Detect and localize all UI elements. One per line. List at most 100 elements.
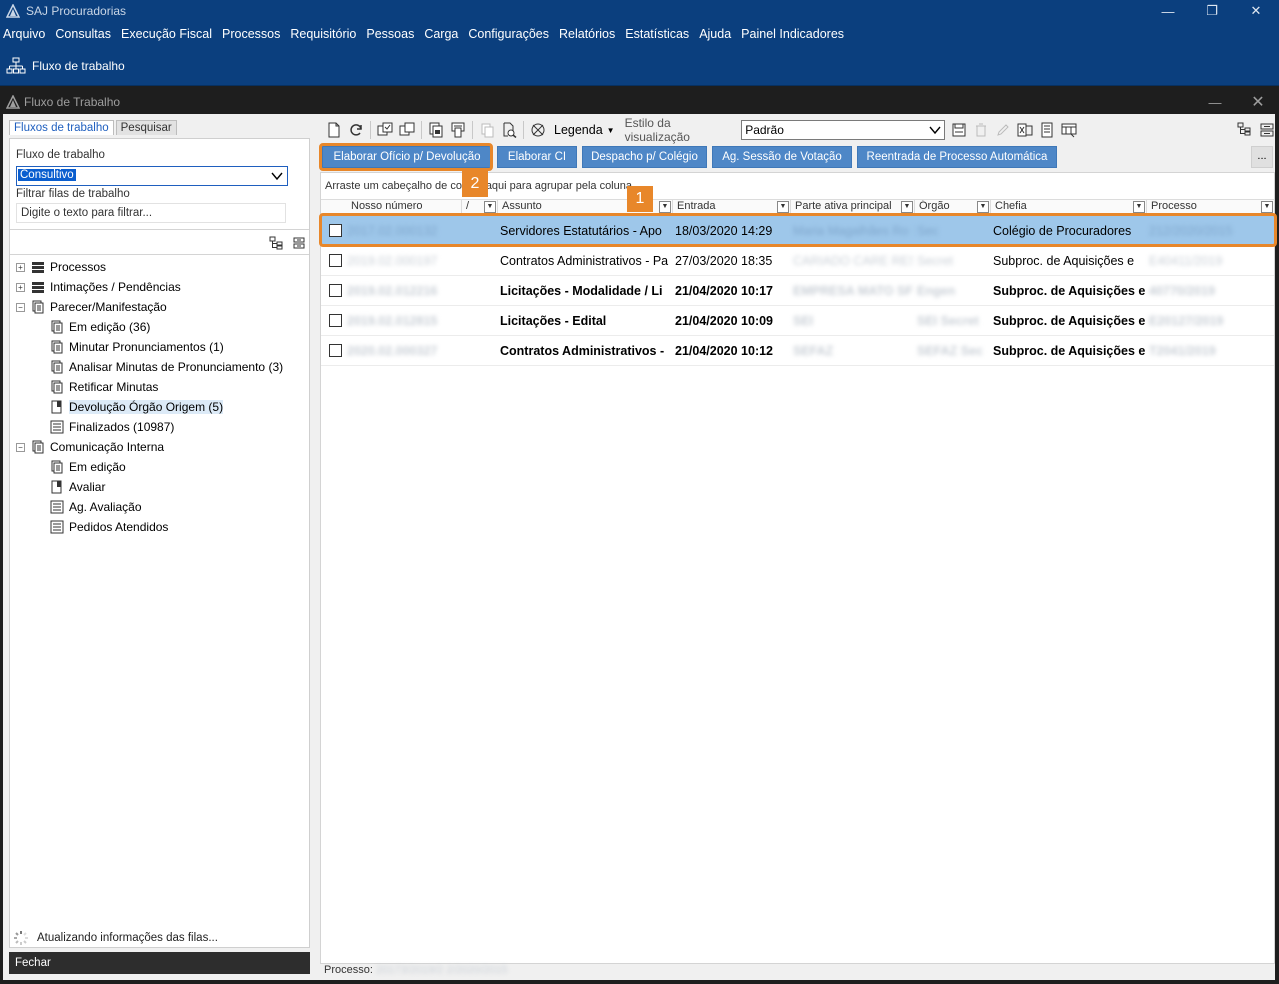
cell-chefia: Subproc. de Aquisições e xyxy=(993,284,1146,298)
tree-item[interactable]: Devolução Órgão Origem (5) xyxy=(50,397,224,417)
table-row[interactable]: 2019.02.000197 Contratos Administrativos … xyxy=(321,246,1274,276)
tree-item[interactable]: Avaliar xyxy=(50,477,105,497)
reentrada-processo-button[interactable]: Reentrada de Processo Automática xyxy=(857,146,1057,168)
tree-tools xyxy=(10,229,309,255)
expand-all-icon[interactable] xyxy=(269,236,283,250)
table-row[interactable]: 2020.02.000327 Contratos Administrativos … xyxy=(321,336,1274,366)
tree-item[interactable]: Minutar Pronunciamentos (1) xyxy=(50,337,224,357)
minimize-icon[interactable]: — xyxy=(1148,0,1188,22)
tree-item[interactable]: Em edição (36) xyxy=(50,317,150,337)
row-checkbox[interactable] xyxy=(329,314,342,327)
tree-item[interactable]: Em edição xyxy=(50,457,126,477)
document-copy-icon xyxy=(51,380,63,394)
new-document-icon[interactable] xyxy=(326,122,342,138)
filter-dropdown-icon[interactable]: ▼ xyxy=(777,201,789,213)
menu-item-painel-indicadores[interactable]: Painel Indicadores xyxy=(741,27,844,41)
tab-fluxos-de-trabalho[interactable]: Fluxos de trabalho xyxy=(9,120,114,135)
report-icon[interactable] xyxy=(1039,122,1055,138)
elaborar-ci-button[interactable]: Elaborar CI xyxy=(497,146,577,168)
expand-toggle-icon[interactable]: − xyxy=(16,302,25,312)
close-icon[interactable]: ✕ xyxy=(1236,0,1276,22)
despacho-colegio-button[interactable]: Despacho p/ Colégio xyxy=(582,146,707,168)
workflow-icon[interactable] xyxy=(6,57,26,75)
print-icon[interactable] xyxy=(450,122,466,138)
export-icon[interactable] xyxy=(1017,122,1033,138)
tree-item[interactable]: Analisar Minutas de Pronunciamento (3) xyxy=(50,357,283,377)
archive-icon xyxy=(50,500,64,514)
style-select[interactable]: Padrão xyxy=(741,120,945,140)
copy-document-icon[interactable] xyxy=(428,122,444,138)
table-row[interactable]: 2019.02.012815 Licitações - Edital 21/04/2… xyxy=(321,306,1274,336)
select-all-icon[interactable] xyxy=(377,122,393,138)
ribbon: Fluxo de trabalho xyxy=(0,46,1279,86)
expand-toggle-icon[interactable]: − xyxy=(16,442,25,452)
legend-icon[interactable] xyxy=(530,122,546,138)
tree-item[interactable]: + Intimações / Pendências xyxy=(16,277,181,297)
menu-item-execucao-fiscal[interactable]: Execução Fiscal xyxy=(121,27,212,41)
ag-sessao-votacao-button[interactable]: Ag. Sessão de Votação xyxy=(712,146,852,168)
tree-item[interactable]: Pedidos Atendidos xyxy=(50,517,168,537)
menu-item-estatisticas[interactable]: Estatísticas xyxy=(625,27,689,41)
flow-select[interactable]: Consultivo xyxy=(16,166,288,186)
row-checkbox[interactable] xyxy=(329,284,342,297)
cell-processo: T2041/2019 xyxy=(1149,344,1216,358)
menu-item-requisitorio[interactable]: Requisitório xyxy=(290,27,356,41)
filter-label: Filtrar filas de trabalho xyxy=(16,188,130,200)
status-bar: Processo: 20173/2019/2 2/2020/2015 xyxy=(324,964,508,978)
menu-item-carga[interactable]: Carga xyxy=(424,27,458,41)
filter-dropdown-icon[interactable]: ▼ xyxy=(1133,201,1145,213)
expand-all-icon[interactable] xyxy=(1237,122,1253,138)
document-return-icon xyxy=(51,480,62,494)
refresh-icon[interactable] xyxy=(348,122,364,138)
document-copy-icon xyxy=(51,340,63,354)
search-document-icon[interactable] xyxy=(501,122,517,138)
filter-dropdown-icon[interactable]: ▼ xyxy=(484,201,496,213)
save-icon[interactable] xyxy=(951,122,967,138)
filter-dropdown-icon[interactable]: ▼ xyxy=(977,201,989,213)
tree-item-label: Parecer/Manifestação xyxy=(50,300,167,314)
filter-input[interactable]: Digite o texto para filtrar... xyxy=(16,203,286,223)
tree-item[interactable]: Ag. Avaliação xyxy=(50,497,142,517)
menu-item-consultas[interactable]: Consultas xyxy=(55,27,111,41)
menu-item-configuracoes[interactable]: Configurações xyxy=(468,27,549,41)
ribbon-workflow-label[interactable]: Fluxo de trabalho xyxy=(32,59,125,73)
callout-badge-1: 1 xyxy=(627,186,653,212)
menu-item-arquivo[interactable]: Arquivo xyxy=(3,27,45,41)
tab-pesquisar[interactable]: Pesquisar xyxy=(115,120,177,135)
cell-orgao: SEI Secret xyxy=(917,314,979,328)
row-checkbox[interactable] xyxy=(329,254,342,267)
menu-item-relatorios[interactable]: Relatórios xyxy=(559,27,615,41)
tree-item[interactable]: Finalizados (10987) xyxy=(50,417,174,437)
collapse-all-icon[interactable] xyxy=(1259,122,1275,138)
legend-button[interactable]: Legenda ▼ xyxy=(554,123,615,137)
tree-item-label: Pedidos Atendidos xyxy=(69,520,169,534)
cell-chefia: Subproc. de Aquisições e xyxy=(993,314,1146,328)
tree-item[interactable]: Retificar Minutas xyxy=(50,377,158,397)
tree-item-label: Ag. Avaliação xyxy=(69,500,142,514)
filter-dropdown-icon[interactable]: ▼ xyxy=(901,201,913,213)
row-checkbox[interactable] xyxy=(329,344,342,357)
document-copy-icon xyxy=(51,320,63,334)
tree-item[interactable]: + Processos xyxy=(16,257,106,277)
tree-item[interactable]: − Parecer/Manifestação xyxy=(16,297,167,317)
restore-icon[interactable]: ❐ xyxy=(1192,0,1232,22)
more-actions-button[interactable]: ... xyxy=(1251,146,1273,168)
filter-dropdown-icon[interactable]: ▼ xyxy=(659,201,671,213)
columns-config-icon[interactable] xyxy=(1061,122,1077,138)
collapse-all-icon[interactable] xyxy=(292,236,306,250)
close-button[interactable]: Fechar xyxy=(9,952,310,974)
table-row[interactable]: 2019.02.012216 Licitações - Modalidade / … xyxy=(321,276,1274,306)
inner-close-icon[interactable]: ✕ xyxy=(1238,90,1278,114)
expand-toggle-icon[interactable]: + xyxy=(16,282,25,292)
menu-item-ajuda[interactable]: Ajuda xyxy=(699,27,731,41)
inner-minimize-icon[interactable]: — xyxy=(1195,90,1235,114)
cell-processo: E40411/2019 xyxy=(1149,254,1223,268)
filter-dropdown-icon[interactable]: ▼ xyxy=(1261,201,1273,213)
menu-bar: Arquivo Consultas Execução Fiscal Processos… xyxy=(0,22,1279,46)
expand-toggle-icon[interactable]: + xyxy=(16,262,25,272)
menu-item-processos[interactable]: Processos xyxy=(222,27,280,41)
callout-badge-2: 2 xyxy=(462,171,488,197)
deselect-all-icon[interactable] xyxy=(399,122,415,138)
tree-item[interactable]: − Comunicação Interna xyxy=(16,437,164,457)
menu-item-pessoas[interactable]: Pessoas xyxy=(366,27,414,41)
